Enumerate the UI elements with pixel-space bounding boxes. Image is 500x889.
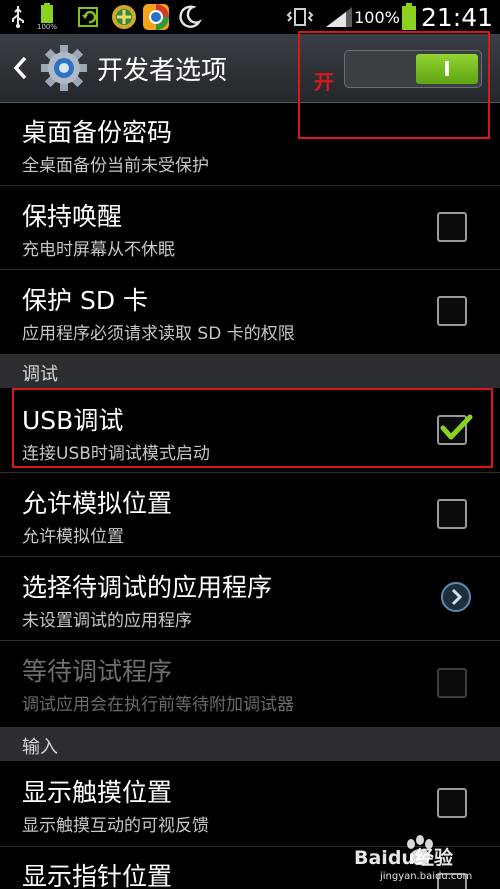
section-header-debugging: 调试 bbox=[0, 354, 500, 388]
setting-subtitle: 全桌面备份当前未受保护 bbox=[22, 156, 209, 176]
battery-icon bbox=[398, 0, 420, 34]
developer-options-toggle[interactable]: I bbox=[344, 50, 482, 88]
checkbox-allow-mock-locations[interactable] bbox=[437, 499, 467, 529]
setting-show-touches[interactable]: 显示触摸位置 显示触摸互动的可视反馈 bbox=[0, 761, 500, 845]
setting-title: 等待调试程序 bbox=[22, 657, 173, 686]
checkbox-wait-for-debugger bbox=[437, 668, 467, 698]
setting-usb-debugging[interactable]: USB调试 连接USB时调试模式启动 bbox=[0, 388, 500, 470]
toggle-on-label: I bbox=[443, 57, 451, 81]
setting-subtitle: 调试应用会在执行前等待附加调试器 bbox=[22, 695, 294, 715]
small-battery-label: 100% bbox=[36, 23, 57, 31]
battery-percent: 100% bbox=[354, 7, 400, 27]
setting-wait-for-debugger: 等待调试程序 调试应用会在执行前等待附加调试器 bbox=[0, 641, 500, 725]
section-header-input: 输入 bbox=[0, 727, 500, 761]
watermark-url: jingyan.baidu.com bbox=[380, 871, 473, 882]
setting-subtitle: 连接USB时调试模式启动 bbox=[22, 444, 210, 464]
setting-title: 保护 SD 卡 bbox=[22, 286, 149, 315]
setting-title: USB调试 bbox=[22, 406, 124, 435]
moon-icon bbox=[175, 0, 203, 34]
baidu-watermark: Baidu经验 jingyan.baidu.com bbox=[352, 834, 492, 886]
setting-stay-awake[interactable]: 保持唤醒 充电时屏幕从不休眠 bbox=[0, 186, 500, 268]
vibrate-icon bbox=[284, 0, 316, 34]
setting-subtitle: 未设置调试的应用程序 bbox=[22, 611, 192, 631]
checkbox-usb-debugging[interactable] bbox=[437, 414, 473, 445]
action-bar: 开发者选项 开 I bbox=[0, 34, 500, 103]
setting-subtitle: 显示触摸互动的可视反馈 bbox=[22, 816, 209, 836]
section-label: 输入 bbox=[22, 737, 58, 758]
section-label: 调试 bbox=[22, 364, 58, 385]
chrome-icon bbox=[141, 0, 171, 34]
setting-title: 允许模拟位置 bbox=[22, 489, 173, 518]
setting-subtitle: 充电时屏幕从不休眠 bbox=[22, 240, 175, 260]
setting-title: 选择待调试的应用程序 bbox=[22, 573, 273, 602]
toggle-thumb: I bbox=[416, 54, 478, 84]
setting-protect-sd-card[interactable]: 保护 SD 卡 应用程序必须请求读取 SD 卡的权限 bbox=[0, 270, 500, 352]
setting-title: 显示指针位置 bbox=[22, 862, 173, 889]
page-title: 开发者选项 bbox=[97, 56, 228, 86]
setting-desktop-backup-password[interactable]: 桌面备份密码 全桌面备份当前未受保护 bbox=[0, 102, 500, 184]
setting-title: 保持唤醒 bbox=[22, 202, 123, 231]
chevron-right-icon[interactable] bbox=[440, 581, 472, 613]
gear-icon bbox=[40, 44, 88, 92]
annotation-label: 开 bbox=[314, 70, 334, 94]
usb-icon bbox=[6, 0, 30, 34]
signal-icon bbox=[322, 0, 356, 34]
setting-subtitle: 允许模拟位置 bbox=[22, 527, 124, 547]
setting-subtitle: 应用程序必须请求读取 SD 卡的权限 bbox=[22, 324, 295, 344]
setting-title: 显示触摸位置 bbox=[22, 778, 173, 807]
setting-allow-mock-locations[interactable]: 允许模拟位置 允许模拟位置 bbox=[0, 473, 500, 555]
battery-100-icon: 100% bbox=[34, 0, 60, 34]
status-bar: 100% 100% 21:41 bbox=[0, 0, 500, 34]
checkmark-icon bbox=[440, 414, 473, 440]
game-icon bbox=[110, 0, 138, 34]
checkbox-stay-awake[interactable] bbox=[437, 212, 467, 242]
checkbox-protect-sd-card[interactable] bbox=[437, 296, 467, 326]
setting-title: 桌面备份密码 bbox=[22, 118, 173, 147]
watermark-text: Baidu经验 bbox=[354, 847, 453, 869]
setting-select-debug-app[interactable]: 选择待调试的应用程序 未设置调试的应用程序 bbox=[0, 557, 500, 639]
clock: 21:41 bbox=[420, 2, 494, 32]
refresh-icon bbox=[76, 0, 102, 34]
checkbox-show-touches[interactable] bbox=[437, 788, 467, 818]
back-chevron-icon[interactable] bbox=[8, 53, 32, 83]
